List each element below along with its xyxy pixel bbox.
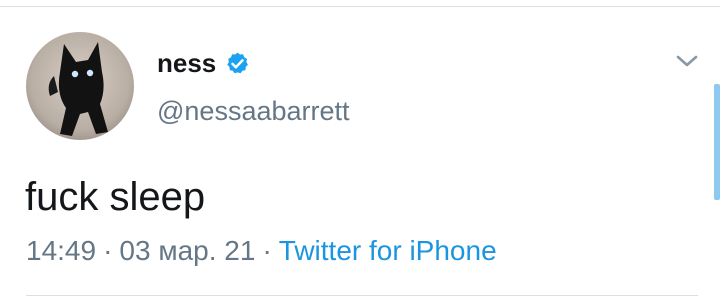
tweet-meta: 14:49 · 03 мар. 21 · Twitter for iPhone xyxy=(26,233,497,269)
verified-badge-icon xyxy=(225,51,250,76)
bottom-divider xyxy=(26,295,698,296)
top-divider xyxy=(0,6,720,7)
tweet-source-link[interactable]: Twitter for iPhone xyxy=(279,235,497,266)
tweet-text: fuck sleep xyxy=(25,175,206,219)
avatar[interactable] xyxy=(26,32,134,140)
chevron-down-icon[interactable] xyxy=(674,50,700,72)
scrollbar[interactable] xyxy=(714,84,720,200)
display-name-row: ness xyxy=(157,45,250,81)
avatar-image xyxy=(26,32,134,140)
separator: · xyxy=(103,235,113,266)
user-handle[interactable]: @nessaabarrett xyxy=(157,94,350,128)
separator: · xyxy=(262,235,272,266)
tweet-date[interactable]: 03 мар. 21 xyxy=(119,235,255,266)
tweet-time[interactable]: 14:49 xyxy=(26,235,96,266)
display-name[interactable]: ness xyxy=(157,45,216,81)
